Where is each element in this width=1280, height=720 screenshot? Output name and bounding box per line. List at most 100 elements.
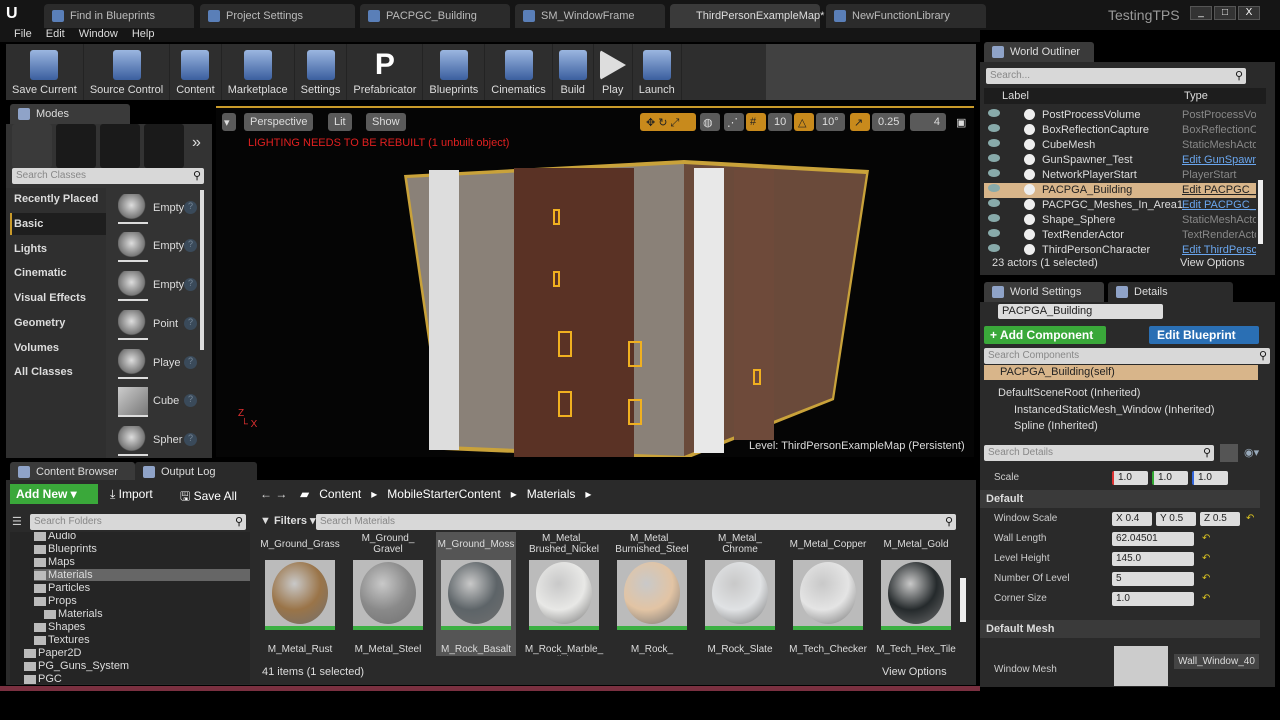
details-tab[interactable]: Details xyxy=(1108,282,1233,302)
content-browser-tab[interactable]: Content Browser xyxy=(10,462,135,482)
help-icon[interactable]: ? xyxy=(184,201,197,214)
menu-edit[interactable]: Edit xyxy=(46,28,65,42)
help-icon[interactable]: ? xyxy=(184,239,197,252)
scrollbar[interactable] xyxy=(960,578,966,622)
column-label[interactable]: Label xyxy=(1002,90,1029,102)
rotation-snap-icon[interactable]: △ xyxy=(794,113,814,131)
component-defaultsceneroot[interactable]: DefaultSceneRoot (Inherited) xyxy=(998,387,1140,399)
folder-item[interactable]: Shapes xyxy=(34,621,85,633)
viewport-options-dropdown[interactable]: ▾ xyxy=(222,113,236,131)
world-settings-tab[interactable]: World Settings xyxy=(984,282,1104,302)
add-component-button[interactable]: + Add Component xyxy=(984,326,1106,344)
folder-item[interactable]: PGC xyxy=(24,673,62,684)
property-matrix-icon[interactable] xyxy=(1220,444,1238,462)
outliner-row[interactable]: BoxReflectionCapture BoxReflectionC xyxy=(984,123,1256,138)
outliner-row[interactable]: GunSpawner_Test Edit GunSpawn xyxy=(984,153,1256,168)
outliner-row[interactable]: NetworkPlayerStart PlayerStart xyxy=(984,168,1256,183)
category-recently-placed[interactable]: Recently Placed xyxy=(14,193,98,205)
place-item-empty-character[interactable]: Empty? xyxy=(118,232,204,266)
settings-button[interactable]: Settings xyxy=(295,44,348,100)
folder-item[interactable]: Textures xyxy=(34,634,90,646)
visibility-eye-icon[interactable] xyxy=(988,109,1000,117)
landscape-mode-icon[interactable] xyxy=(100,124,140,168)
window-scale-z[interactable]: Z 0.5 xyxy=(1200,512,1240,526)
scale-snap-icon[interactable]: ↗ xyxy=(850,113,870,131)
transform-tools[interactable]: ✥ ↻ ⤢ xyxy=(640,113,696,131)
folder-item[interactable]: Paper2D xyxy=(24,647,81,659)
visibility-eye-icon[interactable] xyxy=(988,229,1000,237)
output-log-tab[interactable]: Output Log xyxy=(135,462,257,482)
add-new-button[interactable]: Add New ▾ xyxy=(10,484,98,504)
outliner-row[interactable]: PACPGA_Building Edit PACPGC_B xyxy=(984,183,1256,198)
window-scale-x[interactable]: X 0.4 xyxy=(1112,512,1152,526)
blueprints-button[interactable]: Blueprints xyxy=(423,44,486,100)
tab-sm-windowframe[interactable]: SM_WindowFrame xyxy=(515,4,665,28)
cinematics-button[interactable]: Cinematics xyxy=(485,44,553,100)
scale-x-field[interactable]: 1.0 xyxy=(1112,471,1148,485)
visibility-eye-icon[interactable] xyxy=(988,184,1000,192)
prefabricator-button[interactable]: P Prefabricator xyxy=(347,44,424,100)
outliner-row[interactable]: PostProcessVolume PostProcessVol xyxy=(984,108,1256,123)
folder-item[interactable]: Props xyxy=(34,595,77,607)
paint-mode-icon[interactable] xyxy=(56,124,96,168)
content-button[interactable]: Content xyxy=(170,44,222,100)
save-all-button[interactable]: 🖫 Save All xyxy=(180,487,237,508)
reset-icon[interactable]: ↶ xyxy=(1246,513,1254,524)
search-materials-input[interactable]: Search Materials ⚲ xyxy=(316,514,956,530)
tab-find-in-blueprints[interactable]: Find in Blueprints xyxy=(44,4,194,28)
place-item-player-start[interactable]: Playe? xyxy=(118,349,204,383)
folder-item[interactable]: Maps xyxy=(34,556,75,568)
search-components-input[interactable]: Search Components ⚲ xyxy=(984,348,1270,364)
component-spline[interactable]: Spline (Inherited) xyxy=(1014,420,1098,432)
scrollbar[interactable] xyxy=(1258,180,1263,244)
asset-tile[interactable]: M_Metal_ Brushed_Nickel M_Rock_Marble_ Po… xyxy=(524,532,604,656)
menu-file[interactable]: File xyxy=(14,28,32,42)
category-volumes[interactable]: Volumes xyxy=(14,342,59,354)
category-visual-effects[interactable]: Visual Effects xyxy=(14,292,86,304)
asset-tile[interactable]: M_Ground_Grass M_Metal_Rust xyxy=(260,532,340,656)
category-lights[interactable]: Lights xyxy=(14,243,47,255)
section-default-mesh[interactable]: Default Mesh xyxy=(980,620,1260,638)
visibility-eye-icon[interactable] xyxy=(988,154,1000,162)
visibility-eye-icon[interactable] xyxy=(988,139,1000,147)
outliner-search-input[interactable]: Search... ⚲ xyxy=(986,68,1246,84)
folder-item[interactable]: Audio xyxy=(34,532,76,542)
reset-icon[interactable]: ↶ xyxy=(1202,553,1210,564)
place-item-sphere[interactable]: Spher? xyxy=(118,426,204,460)
visibility-eye-icon[interactable] xyxy=(988,169,1000,177)
scale-snap-value[interactable]: 0.25 xyxy=(872,113,906,131)
rotation-snap-value[interactable]: 10° xyxy=(816,113,845,131)
visibility-eye-icon[interactable] xyxy=(988,214,1000,222)
actor-type[interactable]: Edit PACPGC_B xyxy=(1182,184,1256,196)
folder-item[interactable]: Particles xyxy=(34,582,90,594)
world-local-icon[interactable]: ◍ xyxy=(700,113,720,131)
folder-item[interactable]: Materials xyxy=(44,608,103,620)
asset-tile[interactable]: M_Ground_Moss M_Rock_Basalt xyxy=(436,532,516,656)
outliner-row[interactable]: Shape_Sphere StaticMeshActo xyxy=(984,213,1256,228)
scale-z-field[interactable]: 1.0 xyxy=(1192,471,1228,485)
search-details-input[interactable]: Search Details ⚲ xyxy=(984,445,1214,461)
visibility-eye-icon[interactable]: ◉▾ xyxy=(1244,446,1259,459)
visibility-eye-icon[interactable] xyxy=(988,124,1000,132)
import-button[interactable]: ⤓ Import xyxy=(110,487,153,502)
outliner-row[interactable]: PACPGC_Meshes_In_Area1Edit PACPGC_M xyxy=(984,198,1256,213)
outliner-row[interactable]: CubeMesh StaticMeshActo xyxy=(984,138,1256,153)
component-self[interactable]: PACPGA_Building(self) xyxy=(984,365,1258,380)
asset-tile[interactable]: M_Metal_ Chrome M_Rock_Slate xyxy=(700,532,780,656)
scale-y-field[interactable]: 1.0 xyxy=(1152,471,1188,485)
history-nav-icons[interactable]: ← → xyxy=(260,487,287,501)
actor-name-field[interactable]: PACPGA_Building xyxy=(998,304,1163,319)
section-default[interactable]: Default xyxy=(980,490,1260,508)
mesh-thumbnail[interactable] xyxy=(1114,646,1168,686)
actor-type[interactable]: Edit PACPGC_M xyxy=(1182,199,1256,211)
help-icon[interactable]: ? xyxy=(184,433,197,446)
tab-thirdpersonexamplemap[interactable]: ThirdPersonExampleMap* xyxy=(670,4,824,28)
window-mesh-dropdown[interactable]: Wall_Window_40 xyxy=(1174,654,1259,669)
surface-snap-icon[interactable]: ⋰ xyxy=(724,113,744,131)
modes-tab[interactable]: Modes xyxy=(10,104,130,124)
category-all-classes[interactable]: All Classes xyxy=(14,366,73,378)
more-modes-icon[interactable]: » xyxy=(192,134,201,152)
category-basic[interactable]: Basic xyxy=(14,218,43,230)
visibility-eye-icon[interactable] xyxy=(988,244,1000,252)
build-button[interactable]: Build xyxy=(553,44,594,100)
